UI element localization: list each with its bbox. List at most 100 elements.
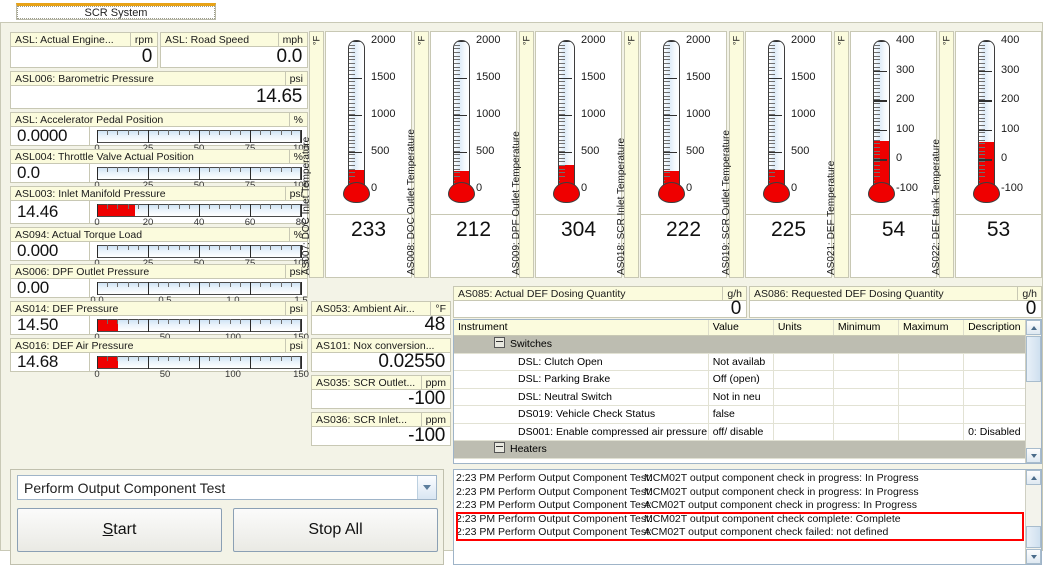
- instrument-header: ASL004: Throttle Valve Actual Position %: [11, 150, 307, 164]
- thermometer-box: 400 300 200 100 0 -100 53: [955, 31, 1042, 278]
- instrument-value: 14.46: [17, 202, 59, 221]
- test-select[interactable]: Perform Output Component Test: [17, 475, 437, 500]
- instrument-value: 14.50: [17, 315, 59, 334]
- log-lines: 2:23 PM Perform Output Component Test:MC…: [456, 472, 1025, 540]
- table-column-header[interactable]: Units: [774, 320, 834, 335]
- thermometer-bulb: [658, 182, 685, 203]
- chevron-down-icon[interactable]: [417, 476, 436, 499]
- thermometer-unit: °F: [836, 35, 847, 46]
- instrument-body: 0.0000 0255075100: [11, 126, 309, 154]
- instrument-name: AS006: DPF Outlet Pressure: [15, 265, 150, 278]
- instrument-cell: AS036: SCR Inlet... ppm -100: [311, 412, 451, 446]
- thermometer-graphic: 2000 1500 1000 500 0: [326, 32, 411, 214]
- scroll-up-icon[interactable]: [1026, 320, 1041, 335]
- instrument-body: 0: [454, 298, 746, 319]
- table-cell: DS019: Vehicle Check Status: [454, 406, 709, 423]
- instrument-cell: ASL004: Throttle Valve Actual Position %…: [10, 149, 309, 191]
- table-cell: [834, 388, 899, 405]
- table-row[interactable]: DSL: Parking Brake Off (open): [454, 371, 1041, 389]
- table-column-header[interactable]: Maximum: [899, 320, 965, 335]
- table-cell: Not in neu: [709, 388, 774, 405]
- instrument-name: AS085: Actual DEF Dosing Quantity: [458, 287, 626, 300]
- thermometer-bulb: [973, 182, 1000, 203]
- table-header-row: Instrument Value Units Minimum Maximum Descri…: [454, 320, 1041, 336]
- scroll-thumb[interactable]: [1026, 336, 1041, 382]
- instrument-cell: AS016: DEF Air Pressure psi 14.68 0 50 100…: [10, 338, 309, 380]
- scroll-down-icon[interactable]: [1026, 448, 1041, 463]
- instrument-value: 0.02550: [378, 351, 445, 372]
- thermometer-side-label: °F AS019: SCR Outlet Temperature: [721, 31, 744, 278]
- thermometer-box: 2000 1500 1000 500 0 233: [325, 31, 412, 278]
- instrument-name: AS016: DEF Air Pressure: [15, 339, 134, 352]
- log-entry[interactable]: 2:23 PM Perform Output Component Test:MC…: [456, 513, 1025, 527]
- log-message: MCM02T output component check complete: …: [644, 512, 901, 525]
- stop-all-button[interactable]: Stop All: [233, 508, 438, 552]
- gauge-ticks: [97, 356, 302, 369]
- collapse-icon[interactable]: [494, 337, 505, 348]
- instrument-unit: psi: [284, 302, 307, 315]
- instrument-name: ASL: Accelerator Pedal Position: [15, 113, 164, 126]
- table-body: Switches DSL: Clutch Open Not availab DSL: …: [454, 336, 1041, 459]
- table-row[interactable]: DS001: Enable compressed air pressure off…: [454, 423, 1041, 441]
- instrument-header: AS094: Actual Torque Load %: [11, 228, 307, 242]
- collapse-icon[interactable]: [494, 442, 505, 453]
- instrument-table[interactable]: Instrument Value Units Minimum Maximum Descri…: [453, 319, 1042, 464]
- instrument-header: AS086: Requested DEF Dosing Quantity g/h: [750, 287, 1041, 301]
- table-cell: [834, 406, 899, 423]
- thermometer-side-label: °F AS022: DEF tank Temperature: [931, 31, 954, 278]
- instrument-header: AS014: DEF Pressure psi: [11, 302, 307, 316]
- instrument-body: 0.0: [161, 46, 307, 67]
- table-cell: Off (open): [709, 371, 774, 388]
- instrument-value: 0: [730, 298, 742, 319]
- instrument-value: -100: [408, 388, 445, 409]
- instrument-cell: ASL006: Barometric Pressure psi 14.65: [10, 71, 308, 109]
- instrument-value: -100: [408, 425, 445, 446]
- log-scroll-down-icon[interactable]: [1026, 549, 1041, 564]
- log-scrollbar[interactable]: [1025, 470, 1041, 564]
- table-column-header[interactable]: Value: [709, 320, 774, 335]
- log-entry[interactable]: 2:23 PM Perform Output Component Test:MC…: [456, 472, 1025, 486]
- table-row[interactable]: DS019: Vehicle Check Status false: [454, 406, 1041, 424]
- table-column-header[interactable]: Minimum: [834, 320, 899, 335]
- log-entry[interactable]: 2:23 PM Perform Output Component Test:AC…: [456, 499, 1025, 513]
- log-entry[interactable]: 2:23 PM Perform Output Component Test:AC…: [456, 526, 1025, 540]
- bar-gauge: 050100150: [94, 356, 309, 382]
- thermometer-tube: [873, 40, 890, 188]
- start-button[interactable]: Start: [17, 508, 222, 552]
- log-time-source: 2:23 PM Perform Output Component Test:: [456, 485, 652, 498]
- thermometer-tube: [453, 40, 470, 188]
- log-message: MCM02T output component check in progres…: [644, 472, 919, 484]
- table-group-row[interactable]: Switches: [454, 336, 1041, 354]
- table-group-row[interactable]: Heaters: [454, 441, 1041, 459]
- table-row[interactable]: DSL: Clutch Open Not availab: [454, 353, 1041, 371]
- thermometer-unit: °F: [416, 35, 427, 46]
- instrument-cell: AS035: SCR Outlet... ppm -100: [311, 375, 451, 409]
- thermometer-reading: 212: [431, 214, 516, 245]
- instrument-body: 0.00 0.00.51.01.5: [11, 278, 308, 306]
- log-scroll-thumb[interactable]: [1026, 526, 1041, 548]
- table-scrollbar[interactable]: [1025, 320, 1041, 463]
- thermometer-graphic: 2000 1500 1000 500 0: [746, 32, 831, 214]
- table-cell: [834, 371, 899, 388]
- log-time-source: 2:23 PM Perform Output Component Test:: [456, 526, 652, 539]
- instrument-body: 14.46 0 20 40 60 80: [11, 201, 307, 228]
- stop-all-button-label: Stop All: [308, 521, 363, 538]
- instrument-name: AS101: Nox conversion...: [316, 339, 435, 352]
- thermometer-gauge: °F AS009: DPF Outlet Temperature 2000 150…: [511, 31, 622, 278]
- thermometer-label: AS019: SCR Outlet Temperature: [720, 130, 732, 275]
- instrument-header: ASL: Actual Engine... rpm: [11, 33, 157, 47]
- table-row[interactable]: DSL: Neutral Switch Not in neu: [454, 388, 1041, 406]
- log-scroll-up-icon[interactable]: [1026, 470, 1041, 485]
- instrument-body: -100: [312, 388, 450, 409]
- tab-scr-system[interactable]: SCR System: [16, 3, 216, 20]
- thermometer-tube: [558, 40, 575, 188]
- instrument-name: ASL: Actual Engine...: [15, 33, 114, 46]
- table-column-header[interactable]: Instrument: [454, 320, 709, 335]
- thermometer-label: AS008: DOC Outlet Temperature: [405, 129, 417, 275]
- instrument-unit: mph: [277, 33, 307, 46]
- table-cell: [774, 406, 834, 423]
- instrument-header: ASL: Road Speed mph: [161, 33, 307, 47]
- thermometer-box: 2000 1500 1000 500 0 304: [535, 31, 622, 278]
- log-entry[interactable]: 2:23 PM Perform Output Component Test:MC…: [456, 486, 1025, 500]
- instrument-body: 14.65: [11, 86, 307, 108]
